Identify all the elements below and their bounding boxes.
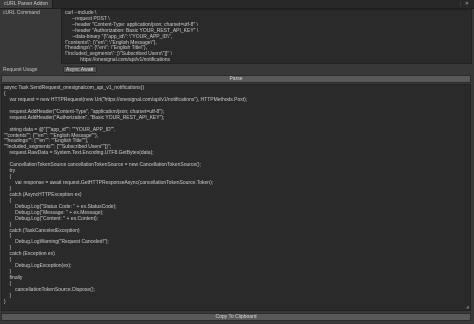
chevron-down-icon: ▼ — [90, 67, 94, 72]
copy-to-clipboard-button[interactable]: Copy To Clipboard — [1, 313, 471, 321]
window-tab[interactable]: cURL Parser Addon — [0, 0, 54, 8]
close-icon[interactable]: ✕ — [465, 1, 471, 7]
curl-command-textarea[interactable]: curl --include \ --request POST \ --head… — [61, 9, 472, 64]
curl-command-text[interactable]: curl --include \ --request POST \ --head… — [62, 10, 471, 63]
request-usage-label: Request Usage — [3, 67, 38, 73]
parse-button[interactable]: Parse — [1, 75, 471, 83]
window-tab-title: cURL Parser Addon — [4, 1, 49, 7]
generated-code-text[interactable]: async Task SendRequest_onesignalcom_api_… — [2, 85, 470, 307]
generated-code-area[interactable]: async Task SendRequest_onesignalcom_api_… — [1, 84, 471, 311]
curl-command-label: cURL Command — [3, 10, 40, 16]
window-controls: ⋮✕ — [458, 0, 471, 8]
resize-handle-icon[interactable]: ◢ — [466, 304, 469, 309]
window-tab-bar: cURL Parser Addon ⋮✕ — [0, 0, 474, 9]
request-usage-dropdown[interactable]: Async Await ▼ — [63, 66, 97, 73]
kebab-menu-icon[interactable]: ⋮ — [458, 1, 465, 7]
request-usage-selected: Async Await — [66, 67, 93, 73]
